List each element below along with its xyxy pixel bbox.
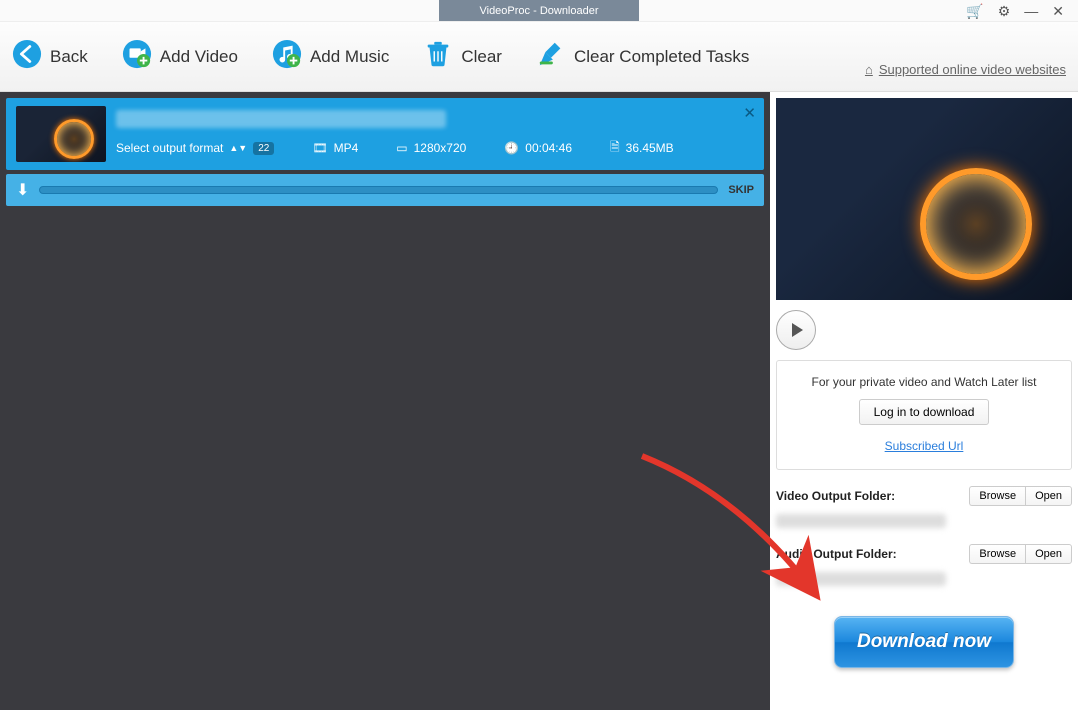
file-icon: 🗎 — [610, 138, 620, 159]
clear-completed-button[interactable]: Clear Completed Tasks — [536, 39, 749, 74]
format-count-badge: 22 — [253, 142, 274, 155]
title-bar: VideoProc - Downloader 🛒 ⚙ — ✕ — [0, 0, 1078, 22]
remove-item-button[interactable]: ✕ — [743, 104, 756, 122]
subscribed-url-link[interactable]: Subscribed Url — [787, 439, 1061, 453]
minimize-icon[interactable]: — — [1024, 3, 1038, 19]
download-progress-row: ⬇ SKIP — [6, 174, 764, 206]
select-format-label: Select output format — [116, 141, 223, 155]
film-icon: 🎞 — [312, 141, 327, 155]
private-hint: For your private video and Watch Later l… — [787, 375, 1061, 389]
progress-bar[interactable] — [39, 186, 718, 194]
chevron-updown-icon: ▲▼ — [229, 143, 247, 153]
add-music-button[interactable]: Add Music — [272, 39, 389, 74]
download-list-panel: ✕ Select output format ▲▼ 22 🎞 MP4 — [0, 92, 770, 710]
audio-open-button[interactable]: Open — [1025, 544, 1072, 564]
video-open-button[interactable]: Open — [1025, 486, 1072, 506]
add-video-icon — [122, 39, 152, 74]
video-item[interactable]: ✕ Select output format ▲▼ 22 🎞 MP4 — [6, 98, 764, 170]
duration-info: 🕘 00:04:46 — [504, 141, 572, 155]
supported-link-label: Supported online video websites — [879, 62, 1066, 77]
close-icon[interactable]: ✕ — [1052, 3, 1064, 20]
gear-icon[interactable]: ⚙ — [998, 3, 1011, 20]
login-button[interactable]: Log in to download — [859, 399, 990, 425]
video-title-blurred — [116, 110, 446, 128]
video-browse-button[interactable]: Browse — [969, 486, 1025, 506]
clear-button[interactable]: Clear — [423, 39, 502, 74]
container-info: 🎞 MP4 — [312, 141, 358, 155]
video-folder-path-blurred — [776, 514, 946, 528]
home-icon: ⌂ — [865, 62, 873, 77]
main-area: ✕ Select output format ▲▼ 22 🎞 MP4 — [0, 92, 1078, 710]
audio-folder-path-blurred — [776, 572, 946, 586]
audio-folder-label: Audio Output Folder: — [776, 547, 897, 561]
resolution-info: ▭ 1280x720 — [396, 141, 466, 155]
add-music-icon — [272, 39, 302, 74]
trash-icon — [423, 39, 453, 74]
clear-completed-label: Clear Completed Tasks — [574, 47, 749, 67]
video-folder-label: Video Output Folder: — [776, 489, 895, 503]
preview-thumbnail — [776, 98, 1072, 300]
clock-icon: 🕘 — [504, 141, 519, 155]
duration-label: 00:04:46 — [525, 141, 572, 155]
audio-browse-button[interactable]: Browse — [969, 544, 1025, 564]
right-panel: For your private video and Watch Later l… — [770, 92, 1078, 710]
audio-output-folder: Audio Output Folder: Browse Open — [776, 544, 1072, 586]
skip-button[interactable]: SKIP — [728, 184, 754, 196]
add-video-button[interactable]: Add Video — [122, 39, 238, 74]
back-icon — [12, 39, 42, 74]
login-box: For your private video and Watch Later l… — [776, 360, 1072, 470]
download-icon[interactable]: ⬇ — [16, 180, 29, 200]
clear-label: Clear — [461, 47, 502, 67]
back-label: Back — [50, 47, 88, 67]
container-label: MP4 — [334, 141, 359, 155]
download-now-button[interactable]: Download now — [834, 616, 1014, 668]
broom-icon — [536, 39, 566, 74]
filesize-info: 🗎 36.45MB — [610, 138, 674, 159]
video-output-folder: Video Output Folder: Browse Open — [776, 486, 1072, 528]
window-title: VideoProc - Downloader — [439, 0, 638, 21]
play-button[interactable] — [776, 310, 816, 350]
add-video-label: Add Video — [160, 47, 238, 67]
resolution-icon: ▭ — [396, 141, 407, 155]
size-label: 36.45MB — [626, 141, 674, 155]
select-format-dropdown[interactable]: Select output format ▲▼ 22 — [116, 141, 274, 155]
add-music-label: Add Music — [310, 47, 389, 67]
supported-websites-link[interactable]: ⌂ Supported online video websites — [865, 62, 1066, 77]
window-controls: 🛒 ⚙ — ✕ — [966, 0, 1078, 22]
resolution-label: 1280x720 — [414, 141, 467, 155]
main-toolbar: Back Add Video Add Music Clear Clear Com… — [0, 22, 1078, 92]
cart-icon[interactable]: 🛒 — [966, 3, 983, 20]
video-thumbnail — [16, 106, 106, 162]
back-button[interactable]: Back — [12, 39, 88, 74]
